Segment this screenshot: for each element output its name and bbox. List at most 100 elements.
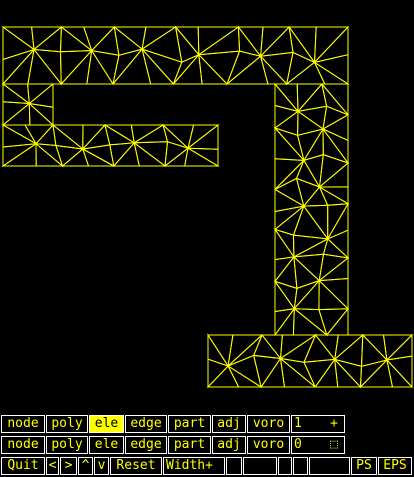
mesh-triangle (313, 54, 349, 85)
row1-adj-button[interactable]: adj (212, 415, 246, 433)
blank-button-2[interactable] (243, 457, 277, 475)
mesh-triangle (225, 50, 262, 86)
mesh-triangle (274, 188, 306, 213)
mesh-triangle (59, 26, 94, 53)
mesh-triangle (207, 333, 230, 367)
mesh-triangle (386, 358, 414, 388)
row2-poly-button[interactable]: poly (46, 436, 88, 454)
mesh-triangle (260, 55, 288, 85)
mesh-triangle (326, 201, 349, 240)
mesh-triangle (55, 144, 84, 167)
mesh-triangle (325, 307, 349, 336)
row2-voro-button[interactable]: voro (247, 436, 290, 454)
mesh-triangle (253, 354, 282, 389)
mesh-triangle (274, 160, 305, 190)
mesh-triangle (292, 253, 325, 282)
mesh-triangle (314, 358, 339, 388)
row1-poly-button[interactable]: poly (46, 415, 88, 433)
mesh-triangle (32, 25, 62, 53)
mesh-triangle (132, 141, 169, 167)
mesh-triangle (61, 148, 90, 167)
mesh-triangle (27, 48, 63, 85)
mesh-triangle (259, 25, 294, 57)
mesh-triangle (140, 26, 183, 63)
mesh-triangle (334, 357, 362, 388)
row2-part-button[interactable]: part (168, 436, 211, 454)
mesh-triangle (274, 307, 295, 336)
mesh-triangle (274, 279, 296, 313)
mesh-triangle (274, 255, 298, 290)
mesh-triangle (1, 102, 31, 126)
mesh-triangle (318, 279, 350, 311)
plus-icon: + (330, 416, 338, 431)
row1-ele-button[interactable]: ele (89, 415, 124, 433)
row1-node-button[interactable]: node (1, 415, 45, 433)
mesh-triangle (303, 358, 336, 389)
mesh-triangle (292, 234, 330, 258)
mesh-triangle (207, 358, 230, 389)
mesh-triangle (279, 357, 317, 388)
reset-button[interactable]: Reset (110, 457, 162, 475)
width-plus-button[interactable]: Width+ (163, 457, 225, 475)
blank-button-1[interactable] (226, 457, 242, 475)
pan-up-button[interactable]: ^ (78, 457, 93, 475)
mesh-triangle (318, 161, 349, 188)
blank-button-4[interactable] (293, 457, 308, 475)
mesh-triangle (274, 104, 300, 129)
row1-part-button[interactable]: part (168, 415, 211, 433)
row2-edge-button[interactable]: edge (125, 436, 167, 454)
mesh-triangle (318, 308, 350, 337)
mesh-triangle (333, 333, 364, 367)
eps-button[interactable]: EPS (378, 457, 412, 475)
pan-right-button[interactable]: > (60, 457, 77, 475)
mesh-triangle (317, 256, 349, 282)
mesh-triangle (206, 365, 240, 388)
quit-button[interactable]: Quit (1, 457, 45, 475)
mesh-triangle (288, 26, 317, 64)
row1-voro-button[interactable]: voro (247, 415, 290, 433)
row2-number: 0 (294, 437, 302, 452)
pan-down-button[interactable]: v (94, 457, 109, 475)
mesh-triangle (81, 147, 115, 167)
row2-node-button[interactable]: node (1, 436, 45, 454)
mesh-triangle (184, 147, 220, 167)
mesh-triangle (198, 53, 229, 85)
pan-left-button[interactable]: < (46, 457, 59, 475)
mesh-triangle (86, 49, 114, 85)
mesh-triangle (1, 142, 37, 167)
mesh-triangle (318, 185, 350, 206)
mesh-triangle (113, 25, 144, 56)
mesh-triangle (34, 123, 57, 147)
row1-edge-button[interactable]: edge (125, 415, 167, 433)
row1-number: 1 (294, 416, 302, 431)
mesh-triangle (196, 26, 241, 56)
mesh-triangle (292, 307, 329, 336)
blank-button-5[interactable] (309, 457, 350, 475)
mesh-triangle (227, 354, 262, 389)
mesh-triangle (2, 83, 31, 105)
mesh-triangle (322, 127, 350, 164)
mesh-triangle (292, 205, 329, 240)
row2-number-field[interactable]: 0 ⬚ (291, 436, 345, 454)
mesh-triangle (312, 25, 349, 64)
mesh-triangle (227, 334, 263, 367)
mesh-triangle (104, 123, 136, 146)
ps-button[interactable]: PS (351, 457, 377, 475)
mesh-triangle (132, 124, 169, 144)
mesh-triangle (296, 105, 328, 130)
mesh-triangle (313, 61, 350, 85)
row2-ele-button[interactable]: ele (89, 436, 124, 454)
mesh-triangle (321, 113, 349, 142)
mesh-triangle (174, 25, 200, 63)
mesh-triangle (293, 255, 321, 290)
mesh-triangle (360, 333, 388, 367)
mesh-triangle (83, 26, 116, 52)
mesh-triangle (295, 177, 321, 208)
mesh-triangle (163, 147, 189, 167)
mesh-triangle (318, 153, 349, 189)
row1-number-field[interactable]: 1 + (291, 415, 345, 433)
blank-button-3[interactable] (278, 457, 292, 475)
mesh-triangle (133, 141, 167, 167)
row2-adj-button[interactable]: adj (212, 436, 246, 454)
triangle-mesh (1, 25, 414, 389)
